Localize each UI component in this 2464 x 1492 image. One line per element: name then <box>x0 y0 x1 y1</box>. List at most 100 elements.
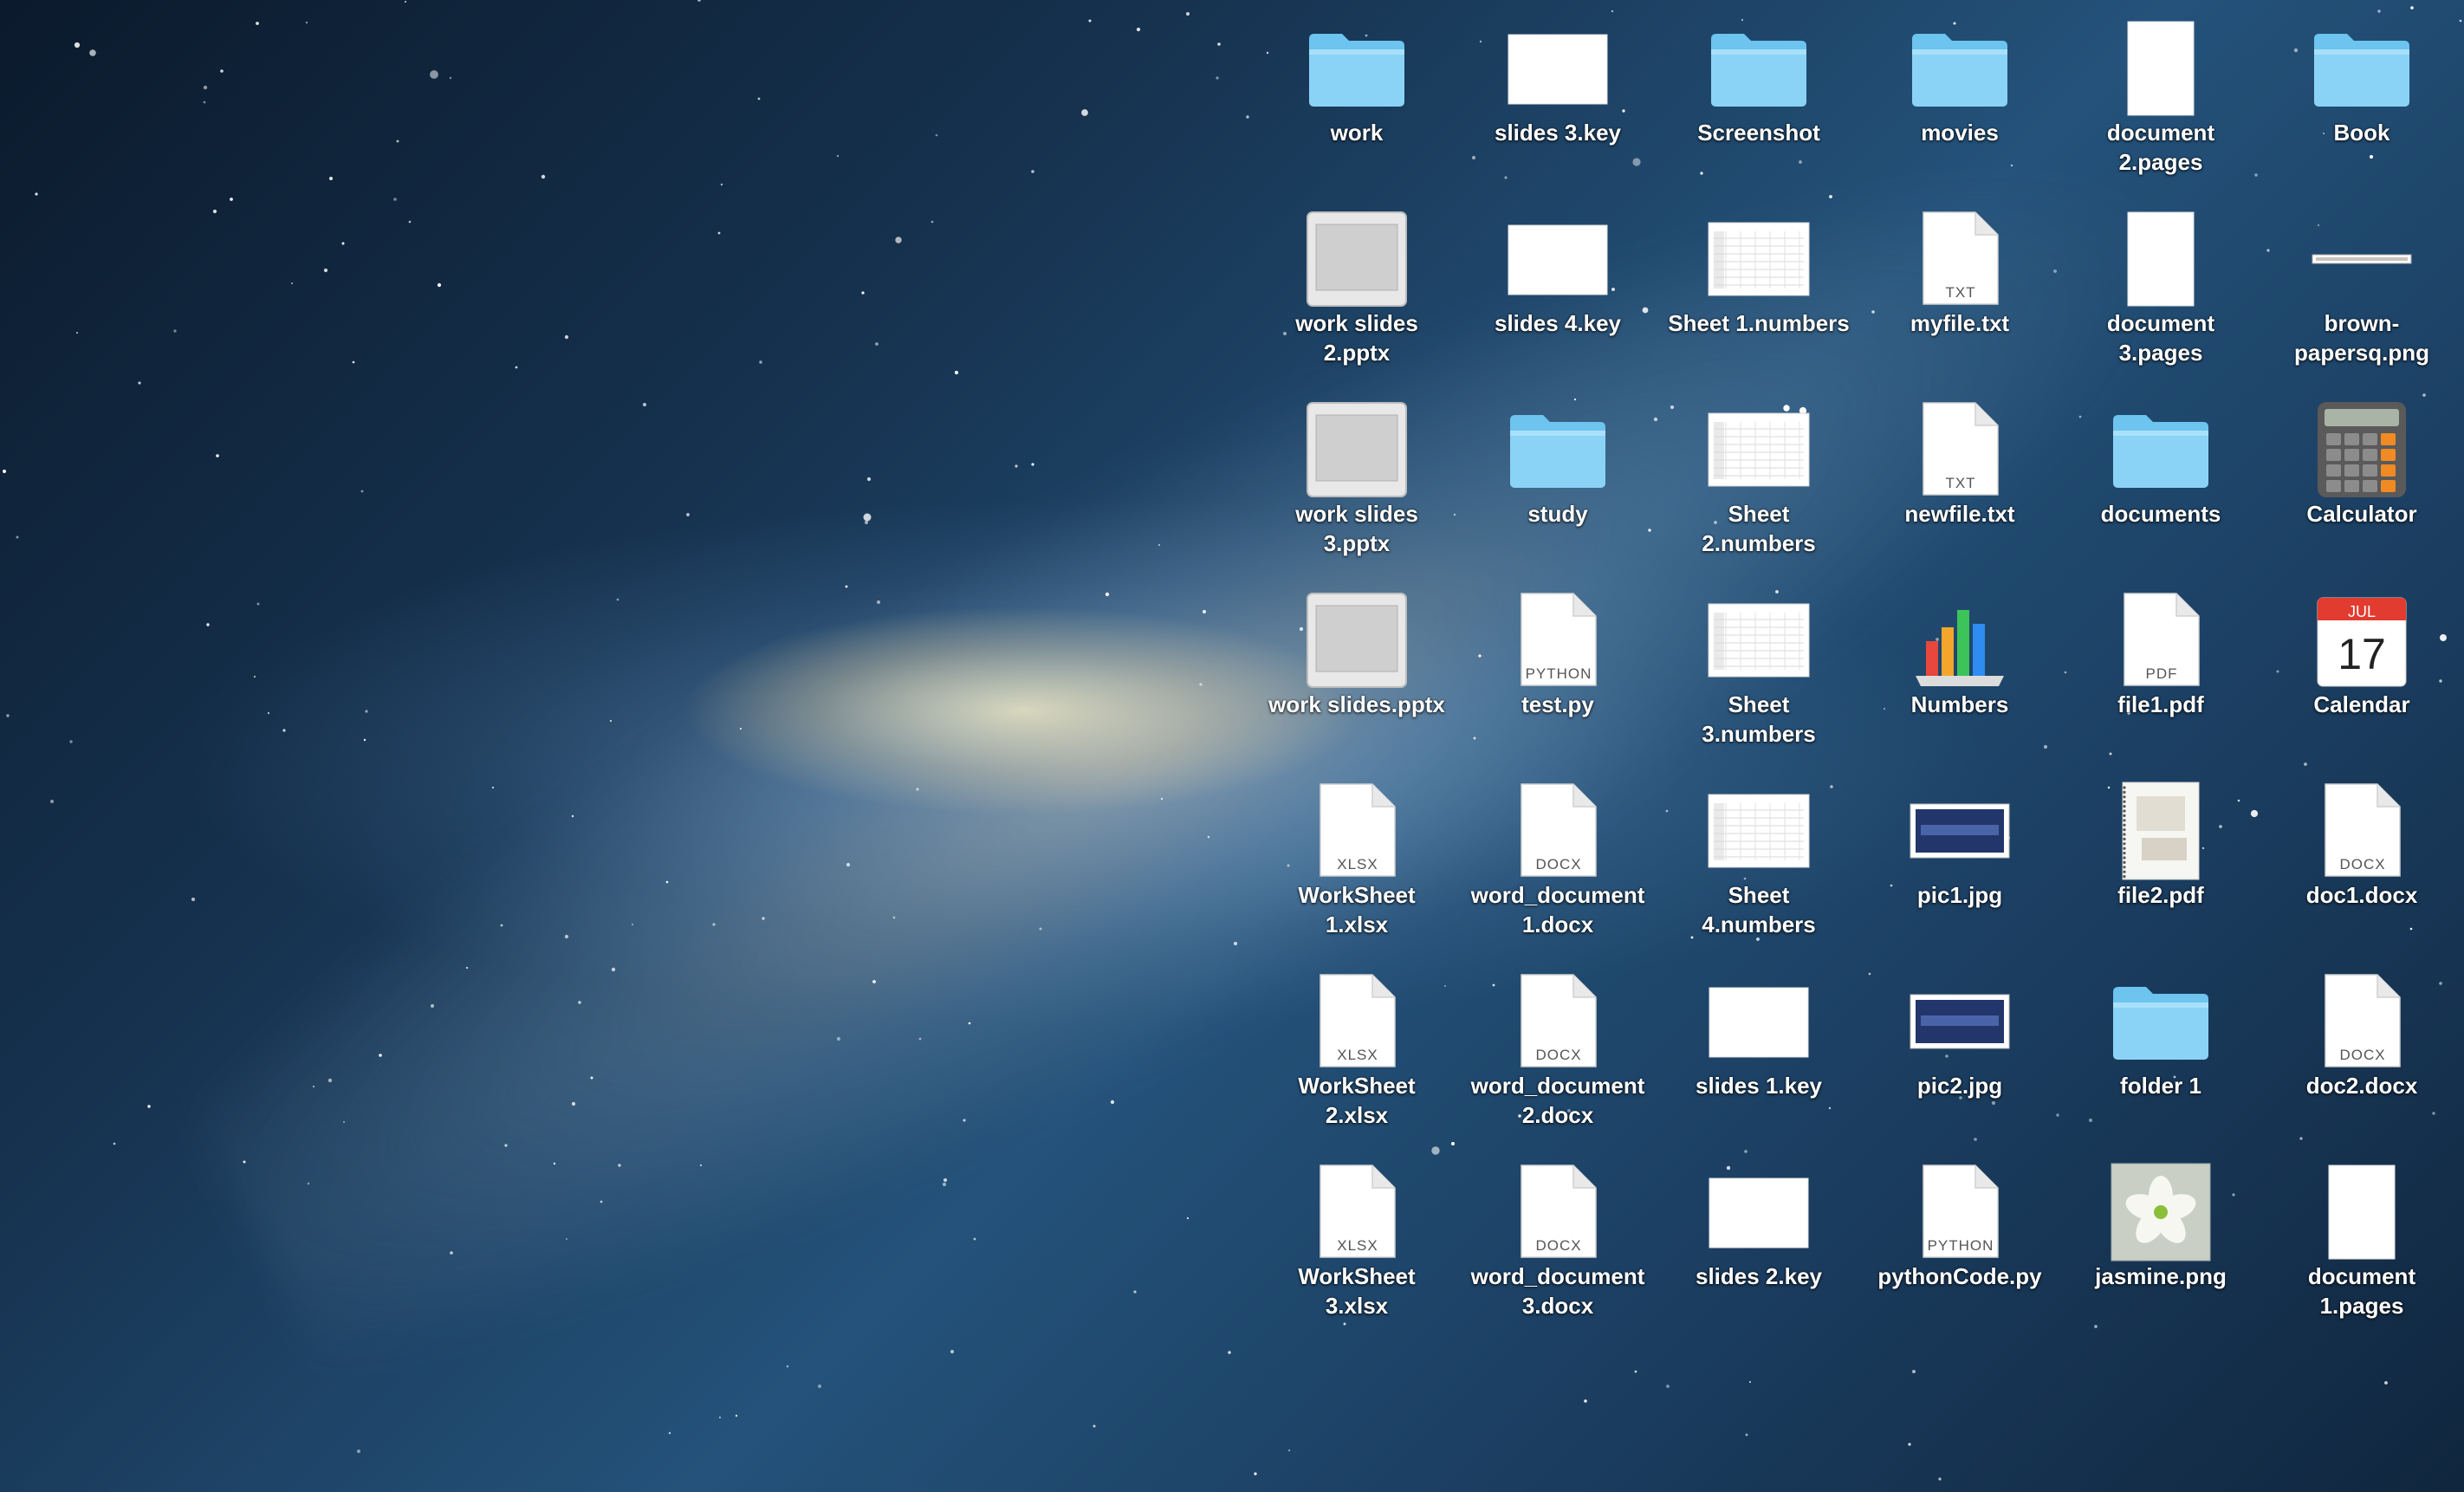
desktop-item[interactable]: work slides 2.pptx <box>1256 191 1457 381</box>
calendar-icon[interactable]: JUL 17 <box>2310 589 2414 691</box>
desktop-item-label[interactable]: slides 2.key <box>1658 1262 1859 1291</box>
desktop-item-label[interactable]: slides 4.key <box>1457 308 1658 338</box>
desktop-item-label[interactable]: WorkSheet 1.xlsx <box>1256 880 1457 939</box>
desktop-item[interactable]: Calculator <box>2261 381 2462 572</box>
xlsx-icon[interactable]: XLSX <box>1305 1161 1409 1263</box>
folder-icon[interactable] <box>1908 17 2012 120</box>
desktop-item-label[interactable]: work slides 2.pptx <box>1256 308 1457 367</box>
desktop-item[interactable]: Sheet 3.numbers <box>1658 572 1859 762</box>
desktop-item-label[interactable]: Sheet 2.numbers <box>1658 499 1859 558</box>
python-icon[interactable]: PYTHON <box>1506 589 1610 691</box>
desktop-item[interactable]: folder 1 <box>2060 953 2261 1144</box>
png-strip-icon[interactable] <box>2310 208 2414 310</box>
desktop-item[interactable]: XLSX WorkSheet 2.xlsx <box>1256 953 1457 1144</box>
desktop-item-label[interactable]: work <box>1256 118 1457 147</box>
folder-icon[interactable] <box>2109 399 2213 501</box>
desktop-item-label[interactable]: pic1.jpg <box>1859 880 2060 910</box>
numbers-doc-icon[interactable] <box>1707 399 1811 501</box>
image-thumb-icon[interactable] <box>1908 780 2012 882</box>
desktop-item[interactable]: DOCX word_document 3.docx <box>1457 1144 1658 1334</box>
python-icon[interactable]: PYTHON <box>1908 1161 2012 1263</box>
desktop-item-label[interactable]: Sheet 4.numbers <box>1658 880 1859 939</box>
desktop-item-label[interactable]: Book <box>2261 118 2462 147</box>
desktop-item[interactable]: slides 1.key <box>1658 953 1859 1144</box>
desktop-item-label[interactable]: pythonCode.py <box>1859 1262 2060 1291</box>
desktop-item-label[interactable]: folder 1 <box>2060 1071 2261 1100</box>
docx-icon[interactable]: DOCX <box>1506 970 1610 1073</box>
keynote-icon[interactable] <box>1707 1161 1811 1263</box>
desktop-item-label[interactable]: WorkSheet 2.xlsx <box>1256 1071 1457 1130</box>
numbers-app-icon[interactable] <box>1908 589 2012 691</box>
folder-icon[interactable] <box>1707 17 1811 120</box>
desktop-item-label[interactable]: movies <box>1859 118 2060 147</box>
desktop-item[interactable]: jasmine.png <box>2060 1144 2261 1334</box>
desktop-item[interactable]: DOCX doc1.docx <box>2261 762 2462 953</box>
desktop-item-label[interactable]: newfile.txt <box>1859 499 2060 529</box>
desktop-item-label[interactable]: documents <box>2060 499 2261 529</box>
pptx-icon[interactable] <box>1305 208 1409 310</box>
desktop-item-label[interactable]: Screenshot <box>1658 118 1859 147</box>
desktop-item[interactable]: documents <box>2060 381 2261 572</box>
desktop-item[interactable]: DOCX word_document 2.docx <box>1457 953 1658 1144</box>
desktop-item[interactable]: work <box>1256 0 1457 191</box>
desktop-item[interactable]: work slides 3.pptx <box>1256 381 1457 572</box>
desktop-item-label[interactable]: study <box>1457 499 1658 529</box>
xlsx-icon[interactable]: XLSX <box>1305 970 1409 1073</box>
desktop-item-label[interactable]: test.py <box>1457 690 1658 719</box>
desktop-item[interactable]: work slides.pptx <box>1256 572 1457 762</box>
desktop-item-label[interactable]: word_document 3.docx <box>1457 1262 1658 1320</box>
keynote-icon[interactable] <box>1506 17 1610 120</box>
desktop-item[interactable]: Screenshot <box>1658 0 1859 191</box>
desktop-item-label[interactable]: document 1.pages <box>2261 1262 2462 1320</box>
pdf-icon[interactable]: PDF <box>2109 589 2213 691</box>
desktop-item-label[interactable]: document 2.pages <box>2060 118 2261 177</box>
desktop-item-label[interactable]: doc2.docx <box>2261 1071 2462 1100</box>
desktop-item[interactable]: Sheet 4.numbers <box>1658 762 1859 953</box>
txt-icon[interactable]: TXT <box>1908 399 2012 501</box>
folder-icon[interactable] <box>2109 970 2213 1073</box>
desktop-item-label[interactable]: document 3.pages <box>2060 308 2261 367</box>
desktop-item[interactable]: PYTHON pythonCode.py <box>1859 1144 2060 1334</box>
txt-icon[interactable]: TXT <box>1908 208 2012 310</box>
desktop-item-label[interactable]: slides 1.key <box>1658 1071 1859 1100</box>
desktop-item[interactable]: pic1.jpg <box>1859 762 2060 953</box>
desktop-item-label[interactable]: word_document 1.docx <box>1457 880 1658 939</box>
pptx-icon[interactable] <box>1305 399 1409 501</box>
desktop-item-label[interactable]: file1.pdf <box>2060 690 2261 719</box>
pptx-icon[interactable] <box>1305 589 1409 691</box>
numbers-doc-icon[interactable] <box>1707 780 1811 882</box>
desktop-item-label[interactable]: work slides 3.pptx <box>1256 499 1457 558</box>
desktop-item[interactable]: slides 3.key <box>1457 0 1658 191</box>
numbers-doc-icon[interactable] <box>1707 589 1811 691</box>
docx-icon[interactable]: DOCX <box>2310 970 2414 1073</box>
docx-icon[interactable]: DOCX <box>1506 780 1610 882</box>
desktop-item[interactable]: Book <box>2261 0 2462 191</box>
docx-icon[interactable]: DOCX <box>2310 780 2414 882</box>
calculator-icon[interactable] <box>2310 399 2414 501</box>
desktop-item[interactable]: slides 4.key <box>1457 191 1658 381</box>
desktop-item-label[interactable]: Sheet 1.numbers <box>1658 308 1859 338</box>
desktop-item-label[interactable]: Sheet 3.numbers <box>1658 690 1859 749</box>
desktop-item[interactable]: document 3.pages <box>2060 191 2261 381</box>
pages-icon[interactable] <box>2109 17 2213 120</box>
desktop-item[interactable]: DOCX word_document 1.docx <box>1457 762 1658 953</box>
desktop-item[interactable]: movies <box>1859 0 2060 191</box>
desktop-item[interactable]: Numbers <box>1859 572 2060 762</box>
desktop-item-label[interactable]: pic2.jpg <box>1859 1071 2060 1100</box>
desktop-item[interactable]: JUL 17 Calendar <box>2261 572 2462 762</box>
keynote-icon[interactable] <box>1707 970 1811 1073</box>
desktop-item[interactable]: file2.pdf <box>2060 762 2261 953</box>
desktop-item-label[interactable]: word_document 2.docx <box>1457 1071 1658 1130</box>
desktop-item[interactable]: PYTHON test.py <box>1457 572 1658 762</box>
folder-icon[interactable] <box>1506 399 1610 501</box>
desktop-item[interactable]: PDF file1.pdf <box>2060 572 2261 762</box>
pages-icon[interactable] <box>2109 208 2213 310</box>
desktop-item[interactable]: DOCX doc2.docx <box>2261 953 2462 1144</box>
image-thumb-icon[interactable] <box>1908 970 2012 1073</box>
desktop-item-label[interactable]: jasmine.png <box>2060 1262 2261 1291</box>
desktop-item-label[interactable]: Calculator <box>2261 499 2462 529</box>
desktop-item[interactable]: TXT newfile.txt <box>1859 381 2060 572</box>
desktop-item[interactable]: Sheet 1.numbers <box>1658 191 1859 381</box>
desktop-item-label[interactable]: file2.pdf <box>2060 880 2261 910</box>
desktop-item-label[interactable]: Numbers <box>1859 690 2060 719</box>
